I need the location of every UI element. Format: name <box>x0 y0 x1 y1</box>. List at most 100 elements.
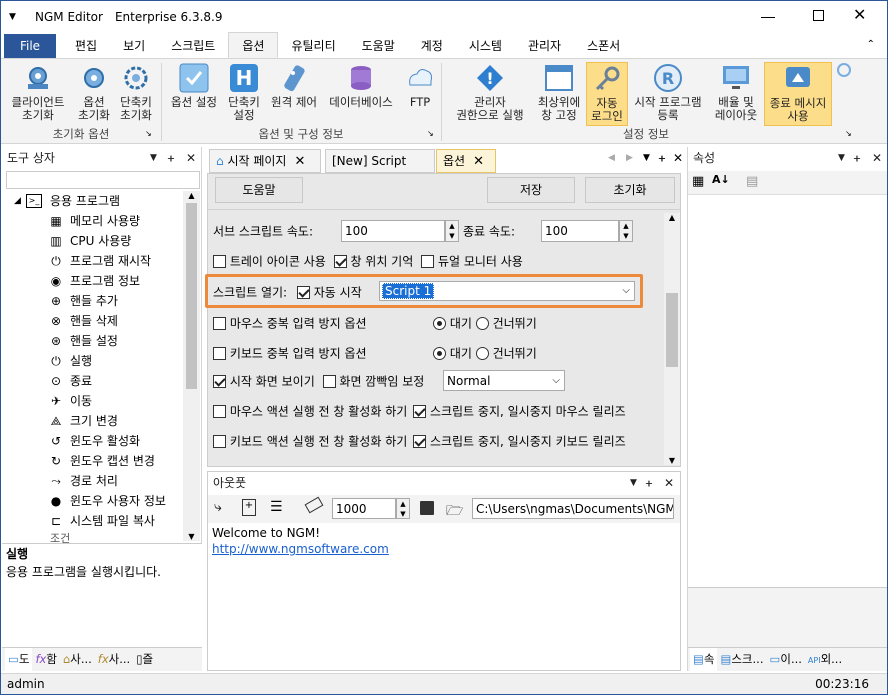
close-icon[interactable]: ✕ <box>473 154 484 169</box>
tab-help[interactable]: 도움말 <box>349 34 408 58</box>
tab-utility[interactable]: 유틸리티 <box>278 34 348 58</box>
bottom-tab-favorites[interactable]: ▯즐 <box>133 648 156 671</box>
remote-control-button[interactable]: 원격 제어 <box>265 62 323 109</box>
shortcut-reset-button[interactable]: 단축키 초기화 <box>115 62 157 122</box>
tab-edit[interactable]: 편집 <box>62 34 110 58</box>
exit-message-button[interactable]: 종료 메시지 사용 <box>764 62 832 126</box>
kbd-release-checkbox[interactable] <box>413 435 427 448</box>
script-select[interactable]: Script 1 ⌵ <box>379 281 635 301</box>
flash-checkbox[interactable] <box>322 375 336 388</box>
auto-scroll-icon[interactable]: ⤷ <box>214 499 222 515</box>
database-button[interactable]: 데이터베이스 <box>323 62 399 109</box>
tree-item[interactable]: ⟁ 크기 변경 <box>48 411 118 431</box>
max-lines-stepper[interactable]: ▲ ▼ <box>396 498 410 519</box>
option-settings-button[interactable]: 옵션 설정 <box>165 62 223 109</box>
ftp-button[interactable]: FTP <box>401 62 439 109</box>
end-speed-stepper[interactable]: ▲ ▼ <box>619 220 633 242</box>
bottom-tab-user[interactable]: ⌂사... <box>60 648 95 671</box>
quick-access-dropdown-icon[interactable]: ▼ <box>9 12 19 22</box>
tree-item[interactable]: ↻ 윈도우 캡션 변경 <box>48 451 155 471</box>
tab-start-page[interactable]: ⌂ 시작 페이지 ✕ <box>209 149 321 173</box>
sub-speed-stepper[interactable]: ▲ ▼ <box>445 220 459 242</box>
max-lines-input[interactable]: 1000 <box>332 498 396 519</box>
bottom-tab-properties[interactable]: ▤속 <box>690 648 718 671</box>
tree-item[interactable]: ↺ 윈도우 활성화 <box>48 431 140 451</box>
wrap-icon[interactable]: ☰ <box>270 499 283 515</box>
close-icon[interactable]: ✕ <box>673 151 683 165</box>
tree-item[interactable]: ⏻ 실행 <box>48 351 92 371</box>
tab-scroll-left-icon[interactable]: ◀ <box>608 153 615 163</box>
show-start-checkbox[interactable] <box>213 375 226 388</box>
pin-icon[interactable]: ᚐ <box>854 147 860 169</box>
close-icon[interactable]: ✕ <box>294 154 305 169</box>
pin-icon[interactable]: ᚐ <box>168 147 174 169</box>
kbd-skip-radio[interactable] <box>475 347 489 360</box>
refresh-icon[interactable] <box>837 63 851 77</box>
toolbox-scrollbar[interactable]: ▲ ▼ <box>183 191 200 541</box>
end-speed-input[interactable]: 100 <box>541 220 619 242</box>
tree-item[interactable]: ⤳ 경로 처리 <box>48 471 118 491</box>
tab-list-icon[interactable]: ▼ <box>643 153 650 163</box>
eraser-icon[interactable] <box>304 496 324 514</box>
tree-item[interactable]: ▥ CPU 사용량 <box>48 231 131 251</box>
mouse-release-checkbox[interactable] <box>413 405 427 418</box>
bottom-tab-functions[interactable]: fx함 <box>32 648 59 671</box>
tab-scroll-right-icon[interactable]: ▶ <box>626 153 633 163</box>
kbd-dup-checkbox[interactable] <box>213 347 226 360</box>
tab-options-doc[interactable]: 옵션 ✕ <box>436 149 496 173</box>
tree-item[interactable]: ⊏ 시스템 파일 복사 <box>48 511 155 531</box>
startup-register-button[interactable]: R 시작 프로그램 등록 <box>629 62 707 122</box>
tab-file[interactable]: File <box>4 34 56 58</box>
close-icon[interactable]: ✕ <box>872 147 882 169</box>
tab-admin[interactable]: 관리자 <box>515 34 574 58</box>
save-button[interactable]: 저장 <box>487 177 575 203</box>
folder-icon[interactable]: 🗁 <box>446 500 463 524</box>
tree-item[interactable]: ⊕ 핸들 추가 <box>48 291 118 311</box>
scroll-down-icon[interactable]: ▼ <box>664 456 680 465</box>
bottom-tab-toolbox[interactable]: ▭도 <box>5 648 33 671</box>
bottom-tab-user-func[interactable]: fx사... <box>95 648 133 671</box>
mouse-wait-radio[interactable] <box>433 317 446 330</box>
tab-script[interactable]: 스크립트 <box>158 34 228 58</box>
tree-item[interactable]: ▦ 메모리 사용량 <box>48 211 140 231</box>
tray-icon-checkbox[interactable] <box>213 255 226 268</box>
flash-select[interactable]: Normal ⌵ <box>443 370 565 391</box>
tab-options[interactable]: 옵션 <box>228 32 279 58</box>
auto-login-button[interactable]: 자동 로그인 <box>586 62 628 126</box>
dual-monitor-checkbox[interactable] <box>421 255 435 268</box>
scale-layout-button[interactable]: 배율 및 레이아웃 <box>709 62 763 122</box>
kbd-activate-checkbox[interactable] <box>213 435 226 448</box>
scroll-down-icon[interactable]: ▼ <box>183 532 200 541</box>
scroll-thumb[interactable] <box>186 203 197 389</box>
reset-button[interactable]: 초기화 <box>585 177 675 203</box>
mouse-activate-checkbox[interactable] <box>213 405 226 418</box>
tab-view[interactable]: 보기 <box>110 34 158 58</box>
scroll-up-icon[interactable]: ▲ <box>664 213 680 222</box>
mouse-skip-radio[interactable] <box>475 317 489 330</box>
tree-item[interactable]: ✈ 이동 <box>48 391 92 411</box>
dropdown-icon[interactable]: ▼ <box>630 472 637 494</box>
sub-speed-input[interactable]: 100 <box>341 220 445 242</box>
options-scrollbar[interactable]: ▲ ▼ <box>664 213 680 465</box>
close-button[interactable]: ✕ <box>853 5 866 24</box>
close-icon[interactable]: ✕ <box>186 147 196 169</box>
group-launcher-icon[interactable]: ↘ <box>145 129 152 138</box>
scroll-up-icon[interactable]: ▲ <box>183 191 200 200</box>
tab-script-1[interactable]: [New] Script 1✕ <box>325 149 435 191</box>
output-link[interactable]: http://www.ngmsoftware.com <box>212 542 389 556</box>
tree-item[interactable]: ⏻ 프로그램 재시작 <box>48 251 151 271</box>
tree-item[interactable]: ⊗ 핸들 삭제 <box>48 311 118 331</box>
tab-account[interactable]: 계정 <box>408 34 456 58</box>
new-log-icon[interactable]: + <box>242 499 256 516</box>
dropdown-icon[interactable]: ▼ <box>838 147 845 169</box>
shortcut-settings-button[interactable]: H 단축키 설정 <box>223 62 265 122</box>
option-reset-button[interactable]: 옵션 초기화 <box>73 62 115 122</box>
ribbon-collapse-icon[interactable]: ⌃ <box>867 39 875 50</box>
tab-sponsor[interactable]: 스폰서 <box>574 34 633 58</box>
help-button[interactable]: 도움말 <box>215 177 303 203</box>
tree-item[interactable]: ⊛ 핸들 설정 <box>48 331 118 351</box>
kbd-wait-radio[interactable] <box>433 347 446 360</box>
minimize-button[interactable] <box>761 17 775 18</box>
bottom-tab-script[interactable]: ▤스크... <box>717 648 766 671</box>
toolbox-search[interactable] <box>6 171 200 189</box>
